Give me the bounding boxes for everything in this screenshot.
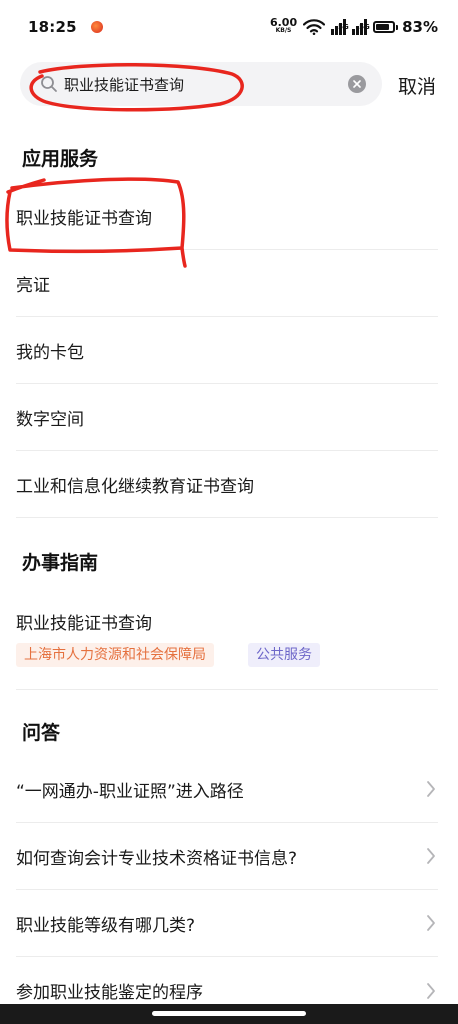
qa-item-label: 参加职业技能鉴定的程序	[16, 983, 203, 1003]
cellular-signal-icon: 5G	[331, 19, 349, 35]
service-item[interactable]: 我的卡包	[16, 317, 438, 384]
battery-indicator: 83%	[373, 18, 438, 36]
qa-item-label: “一网通办-职业证照”进入路径	[16, 781, 244, 802]
qa-item[interactable]: 职业技能等级有哪几类?	[16, 890, 438, 957]
service-item-label: 亮证	[16, 275, 50, 296]
service-item[interactable]: 工业和信息化继续教育证书查询	[16, 451, 438, 518]
network-speed-unit: KB/S	[275, 27, 292, 34]
notification-app-icon	[90, 21, 103, 33]
cancel-button[interactable]: 取消	[398, 72, 436, 99]
close-icon	[353, 80, 361, 88]
battery-fill	[376, 24, 390, 30]
search-query-text: 职业技能证书查询	[64, 76, 185, 94]
qa-item-label: 职业技能等级有哪几类?	[16, 915, 196, 936]
service-item[interactable]: 数字空间	[16, 384, 438, 451]
clear-search-button[interactable]	[348, 75, 366, 93]
navigation-bar	[0, 1004, 458, 1024]
service-item[interactable]: 职业技能证书查询	[16, 183, 438, 250]
org-tag: 上海市人力资源和社会保障局	[16, 643, 214, 667]
qa-item-label: 如何查询会计专业技术资格证书信息?	[16, 848, 298, 869]
service-item-label: 职业技能证书查询	[16, 208, 152, 229]
section-title-app-services: 应用服务	[22, 148, 99, 170]
battery-cap	[396, 24, 399, 30]
service-item[interactable]: 亮证	[16, 250, 438, 317]
cellular-signal-icon: 5G	[352, 19, 370, 35]
chevron-right-icon	[427, 915, 435, 931]
search-bar-row: 职业技能证书查询 取消	[0, 62, 458, 106]
qa-item[interactable]: “一网通办-职业证照”进入路径	[16, 756, 438, 823]
chevron-right-icon	[427, 982, 435, 999]
qa-item[interactable]: 如何查询会计专业技术资格证书信息?	[16, 823, 438, 890]
guide-item[interactable]: 职业技能证书查询 上海市人力资源和社会保障局 公共服务	[16, 592, 438, 690]
category-tag: 公共服务	[248, 643, 320, 667]
search-input[interactable]: 职业技能证书查询	[20, 62, 382, 106]
wifi-icon	[303, 19, 326, 35]
service-item-label: 数字空间	[16, 409, 84, 430]
section-title-guide: 办事指南	[22, 552, 99, 574]
search-icon	[41, 76, 57, 92]
status-bar: 18:25 6.00 KB/S 5G 5G 83%	[0, 0, 458, 54]
service-item-label: 工业和信息化继续教育证书查询	[16, 476, 254, 497]
chevron-right-icon	[427, 781, 435, 797]
service-item-label: 我的卡包	[16, 342, 84, 363]
battery-percent: 83%	[402, 18, 438, 36]
network-speed-value: 6.00	[269, 16, 298, 29]
section-title-qa: 问答	[22, 722, 61, 744]
chevron-right-icon	[427, 848, 435, 864]
battery-icon	[373, 21, 396, 33]
home-indicator-bar[interactable]	[152, 1011, 306, 1016]
guide-item-title: 职业技能证书查询	[16, 614, 152, 634]
status-time: 18:25	[28, 18, 77, 36]
network-speed: 6.00 KB/S	[269, 16, 298, 35]
status-icons: 6.00 KB/S 5G 5G 83%	[269, 16, 438, 36]
